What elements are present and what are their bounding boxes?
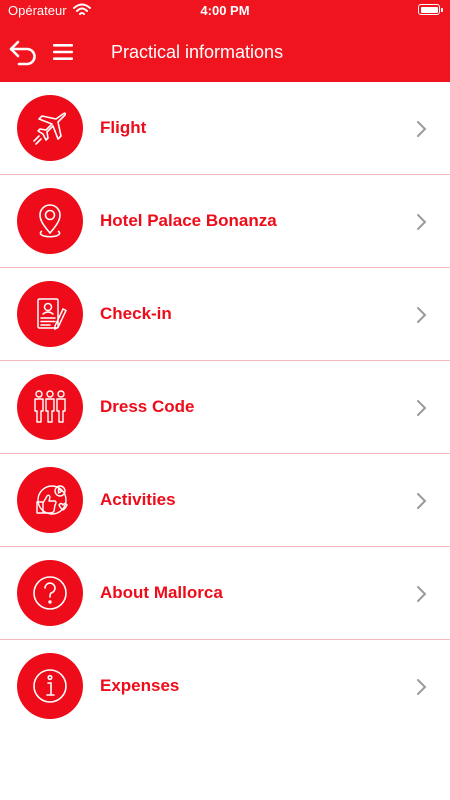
item-label: Hotel Palace Bonanza bbox=[100, 211, 277, 230]
chevron-right-icon bbox=[417, 586, 427, 602]
dress-code-icon bbox=[34, 390, 66, 423]
chevron-right-icon bbox=[417, 679, 427, 695]
activities-icon bbox=[36, 485, 68, 515]
back-button[interactable] bbox=[8, 38, 40, 66]
status-bar: Opérateur 4:00 PM bbox=[0, 0, 450, 22]
list-item-checkin[interactable]: Check-in bbox=[0, 268, 450, 361]
menu-button[interactable] bbox=[52, 42, 74, 62]
page-title: Practical informations bbox=[111, 42, 284, 62]
chevron-right-icon bbox=[417, 493, 427, 509]
question-icon bbox=[33, 576, 67, 610]
info-list: Flight Hotel Palace Bonanza Check-in Dre… bbox=[0, 82, 450, 732]
icon-badge bbox=[17, 560, 83, 626]
item-label: Flight bbox=[100, 118, 147, 137]
checkin-form-icon bbox=[37, 298, 67, 331]
list-item-hotel[interactable]: Hotel Palace Bonanza bbox=[0, 175, 450, 268]
list-item-activities[interactable]: Activities bbox=[0, 454, 450, 547]
list-item-dress-code[interactable]: Dress Code bbox=[0, 361, 450, 454]
icon-badge bbox=[17, 653, 83, 719]
info-icon bbox=[33, 669, 67, 703]
chevron-right-icon bbox=[417, 121, 427, 137]
list-item-about-mallorca[interactable]: About Mallorca bbox=[0, 547, 450, 640]
airplane-icon bbox=[33, 112, 67, 145]
item-label: Check-in bbox=[100, 304, 172, 323]
list-item-flight[interactable]: Flight bbox=[0, 82, 450, 175]
icon-badge bbox=[17, 188, 83, 254]
icon-badge bbox=[17, 374, 83, 440]
icon-badge bbox=[17, 281, 83, 347]
status-time: 4:00 PM bbox=[200, 3, 250, 18]
chevron-right-icon bbox=[417, 400, 427, 416]
chevron-right-icon bbox=[417, 307, 427, 323]
app-header: Opérateur 4:00 PM Practical informations bbox=[0, 0, 450, 82]
item-label: Expenses bbox=[100, 676, 180, 695]
icon-badge bbox=[17, 95, 83, 161]
battery-icon bbox=[418, 4, 443, 15]
list-item-expenses[interactable]: Expenses bbox=[0, 640, 450, 732]
chevron-right-icon bbox=[417, 214, 427, 230]
item-label: About Mallorca bbox=[100, 583, 223, 602]
icon-badge bbox=[17, 467, 83, 533]
item-label: Dress Code bbox=[100, 397, 195, 416]
item-label: Activities bbox=[100, 490, 176, 509]
location-pin-icon bbox=[39, 204, 61, 238]
